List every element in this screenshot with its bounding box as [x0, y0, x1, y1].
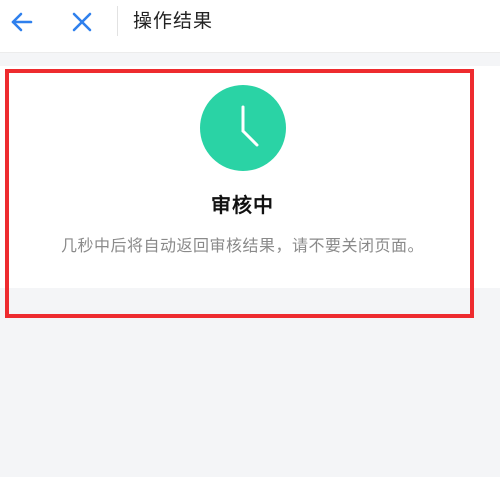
clock-icon — [241, 105, 259, 147]
header-divider — [117, 6, 118, 36]
status-icon-circle — [200, 85, 286, 171]
page-title: 操作结果 — [133, 10, 214, 32]
close-icon — [72, 12, 92, 32]
status-title: 审核中 — [211, 193, 274, 217]
close-button[interactable] — [65, 5, 99, 39]
status-description: 几秒中后将自动返回审核结果，请不要关闭页面。 — [60, 236, 424, 255]
top-bar: 操作结果 — [0, 0, 500, 53]
result-page: 操作结果 审核中 几秒中后将自动返回审核结果，请不要关闭页面。 — [0, 0, 500, 477]
back-button[interactable] — [5, 5, 39, 39]
arrow-left-icon — [11, 12, 33, 32]
